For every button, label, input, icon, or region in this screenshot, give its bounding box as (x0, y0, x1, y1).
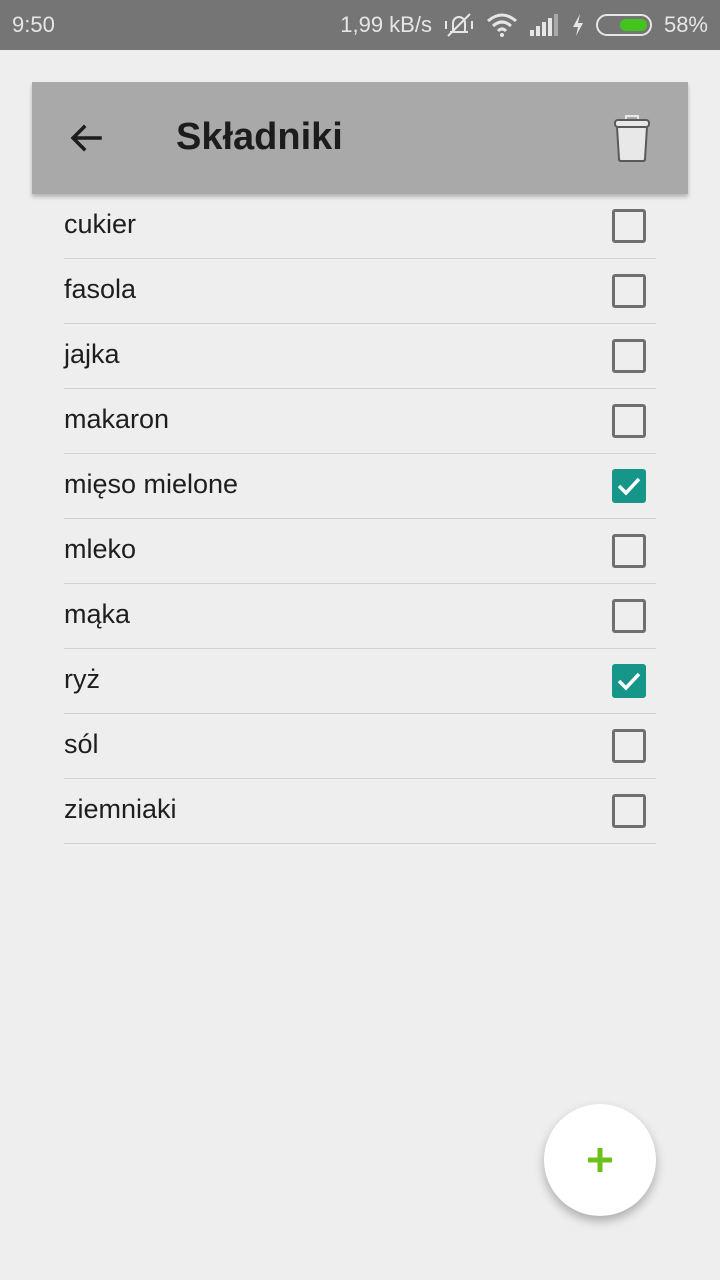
ingredient-checkbox[interactable] (612, 794, 646, 828)
checkmark-icon (617, 672, 641, 691)
ingredient-checkbox[interactable] (612, 534, 646, 568)
ingredient-checkbox[interactable] (612, 339, 646, 373)
charging-icon (572, 14, 584, 36)
ingredient-list: cukier fasola jajka makaron mięso mielone mle… (64, 194, 656, 844)
ingredient-checkbox[interactable] (612, 599, 646, 633)
ingredient-name: mąka (64, 599, 131, 629)
list-item[interactable]: sól (64, 714, 656, 779)
list-item[interactable]: fasola (64, 259, 656, 324)
list-item[interactable]: ziemniaki (64, 779, 656, 844)
ingredient-checkbox[interactable] (612, 209, 646, 243)
ingredient-name: jajka (64, 339, 120, 369)
back-button[interactable] (66, 118, 106, 158)
ingredient-name: cukier (64, 209, 137, 239)
list-item[interactable]: cukier (64, 194, 656, 259)
plus-icon (588, 1148, 612, 1172)
delete-button[interactable] (612, 112, 652, 164)
ingredient-name: mleko (64, 534, 137, 564)
page-title: Składniki (176, 116, 343, 158)
trash-icon (614, 115, 650, 162)
battery-fill (620, 19, 647, 31)
ingredient-name: ziemniaki (64, 794, 177, 824)
checkmark-icon (617, 477, 641, 496)
ingredient-checkbox[interactable] (612, 404, 646, 438)
list-item[interactable]: mięso mielone (64, 454, 656, 519)
ingredient-checkbox[interactable] (612, 729, 646, 763)
app-toolbar: Składniki (32, 82, 688, 194)
ingredient-name: sól (64, 729, 99, 759)
add-ingredient-button[interactable] (544, 1104, 656, 1216)
list-item[interactable]: jajka (64, 324, 656, 389)
signal-icon (529, 14, 560, 36)
ingredient-name: fasola (64, 274, 137, 304)
ingredient-name: mięso mielone (64, 469, 239, 499)
ingredient-name: makaron (64, 404, 170, 434)
ingredient-checkbox[interactable] (612, 274, 646, 308)
status-time: 9:50 (12, 12, 55, 37)
battery-percent: 58% (663, 12, 708, 37)
ingredient-name: ryż (64, 664, 100, 694)
list-item[interactable]: mleko (64, 519, 656, 584)
list-item[interactable]: mąka (64, 584, 656, 649)
ingredient-checkbox[interactable] (612, 469, 646, 503)
status-icons: 1,99 kB/s 58% (340, 0, 708, 50)
arrow-left-icon (70, 124, 102, 152)
list-item[interactable]: ryż (64, 649, 656, 714)
ingredient-checkbox[interactable] (612, 664, 646, 698)
status-bar: 9:50 1,99 kB/s 58% (0, 0, 720, 50)
network-speed: 1,99 kB/s (340, 12, 432, 37)
battery-icon (595, 14, 652, 36)
mute-vibrate-icon (444, 12, 474, 38)
wifi-icon (486, 13, 518, 37)
list-item[interactable]: makaron (64, 389, 656, 454)
